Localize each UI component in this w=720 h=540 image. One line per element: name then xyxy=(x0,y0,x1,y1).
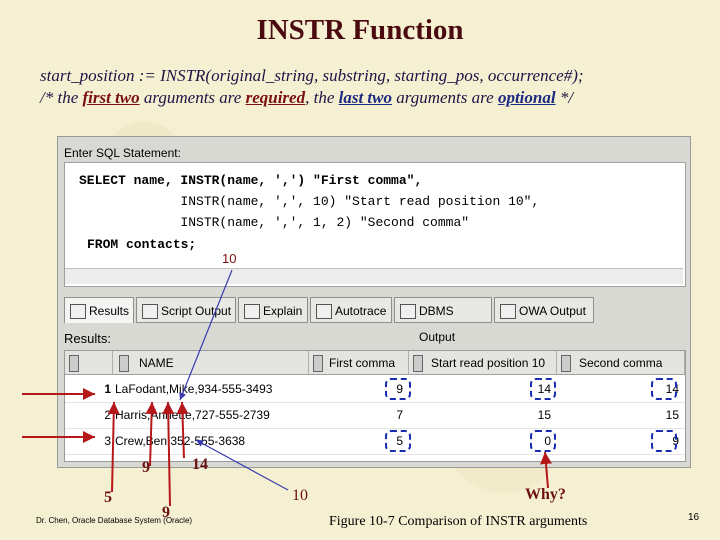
cell-name: Crew,Ben,352-555-3638 xyxy=(115,434,246,448)
owa-icon xyxy=(500,304,516,319)
column-header-second-comma[interactable]: Second comma xyxy=(557,351,685,375)
footer-author: Dr. Chen, Oracle Database System (Oracle… xyxy=(36,516,193,525)
sort-icon xyxy=(561,355,571,372)
column-header-label: NAME xyxy=(139,356,174,370)
sql-editor[interactable]: SELECT name, INSTR(name, ',') "First com… xyxy=(64,162,686,287)
explain-icon xyxy=(244,304,260,319)
cell-name: Harris,Annette,727-555-2739 xyxy=(115,408,270,422)
highlight-box xyxy=(530,430,556,452)
tab-label: Results xyxy=(89,304,130,318)
sort-icon xyxy=(119,355,129,372)
code-line-4: FROM contacts; xyxy=(87,237,197,252)
results-grid: NAME First comma Start read position 10 … xyxy=(64,350,686,462)
tab-autotrace[interactable]: Autotrace xyxy=(310,297,392,323)
column-header-name[interactable]: NAME xyxy=(113,351,309,375)
syntax-line: start_position := INSTR(original_string,… xyxy=(40,66,584,85)
comment-optional: optional xyxy=(497,88,556,107)
table-row[interactable]: 3 Crew,Ben,352-555-3638 5 0 9 xyxy=(65,428,685,455)
sql-statement-label: Enter SQL Statement: xyxy=(64,146,181,160)
tab-label: Autotrace xyxy=(335,304,387,318)
tab-label: Explain xyxy=(263,304,303,318)
highlight-box xyxy=(651,378,677,400)
row-number: 3 xyxy=(104,434,111,448)
cell-second-comma: 15 xyxy=(665,408,679,422)
autotrace-icon xyxy=(316,304,332,319)
highlight-box xyxy=(385,378,411,400)
comment-last-two: last two xyxy=(338,88,392,107)
annotation-nine-a: 9 xyxy=(142,459,150,476)
sort-icon xyxy=(313,355,323,372)
cell-name: LaFodant,Mike,934-555-3493 xyxy=(115,382,273,396)
page-number: 16 xyxy=(688,512,700,523)
code-line-1: SELECT name, INSTR(name, ',') "First com… xyxy=(79,173,423,188)
tab-label: DBMS Output xyxy=(419,304,456,344)
comment-first-two: first two xyxy=(82,88,140,107)
tab-dbms-output[interactable]: DBMS Output xyxy=(394,297,492,344)
sort-icon xyxy=(69,355,79,372)
annotation-ten-top: 10 xyxy=(222,251,237,266)
sort-icon xyxy=(413,355,423,372)
script-icon xyxy=(142,304,158,319)
column-header-label: Start read position 10 xyxy=(431,356,546,370)
row-number: 2 xyxy=(104,408,111,422)
comment-prefix: /* the xyxy=(40,88,83,107)
column-header-label: Second comma xyxy=(579,356,663,370)
tab-owa-output[interactable]: OWA Output xyxy=(494,297,594,323)
comment-mid3: arguments are xyxy=(392,88,498,107)
code-line-2: INSTR(name, ',', 10) "Start read positio… xyxy=(79,194,540,209)
cell-first-comma: 7 xyxy=(396,408,403,422)
results-label: Results: xyxy=(64,331,111,346)
tab-explain[interactable]: Explain xyxy=(238,297,308,323)
comment-end: */ xyxy=(555,88,574,107)
comment-line: /* the first two arguments are required,… xyxy=(40,88,573,108)
tab-label: Script Output xyxy=(161,304,232,318)
row-number-header xyxy=(65,351,113,375)
highlight-box xyxy=(651,430,677,452)
sql-developer-window: Enter SQL Statement: SELECT name, INSTR(… xyxy=(57,136,691,468)
comment-mid2: , the xyxy=(305,88,339,107)
column-header-label: First comma xyxy=(329,356,395,370)
cell-start-read: 15 xyxy=(537,408,551,422)
slide-title: INSTR Function xyxy=(256,14,464,46)
annotation-fourteen: 14 xyxy=(192,456,208,473)
column-header-start-read[interactable]: Start read position 10 xyxy=(409,351,557,375)
annotation-why: Why? xyxy=(525,486,566,503)
tab-label: OWA Output xyxy=(519,304,586,318)
tab-results[interactable]: Results xyxy=(64,297,134,323)
comment-required: required xyxy=(245,88,306,107)
code-line-3: INSTR(name, ',', 1, 2) "Second comma" xyxy=(79,215,470,230)
column-header-first-comma[interactable]: First comma xyxy=(309,351,409,375)
figure-caption: Figure 10-7 Comparison of INSTR argument… xyxy=(329,514,588,529)
comment-mid: arguments are xyxy=(139,88,246,107)
tab-script-output[interactable]: Script Output xyxy=(136,297,236,323)
results-icon xyxy=(70,304,86,319)
table-row[interactable]: 2 Harris,Annette,727-555-2739 7 15 15 xyxy=(65,402,685,429)
annotation-ten-bottom: 10 xyxy=(292,487,308,504)
highlight-box xyxy=(530,378,556,400)
annotation-five: 5 xyxy=(104,489,112,506)
row-number: 1 xyxy=(104,382,111,396)
output-tabs: Results Script Output Explain Autotrace … xyxy=(64,297,684,344)
table-row[interactable]: 1 LaFodant,Mike,934-555-3493 9 14 14 xyxy=(65,376,685,403)
editor-horizontal-scrollbar[interactable] xyxy=(65,268,683,284)
dbms-icon xyxy=(400,304,416,319)
highlight-box xyxy=(385,430,411,452)
